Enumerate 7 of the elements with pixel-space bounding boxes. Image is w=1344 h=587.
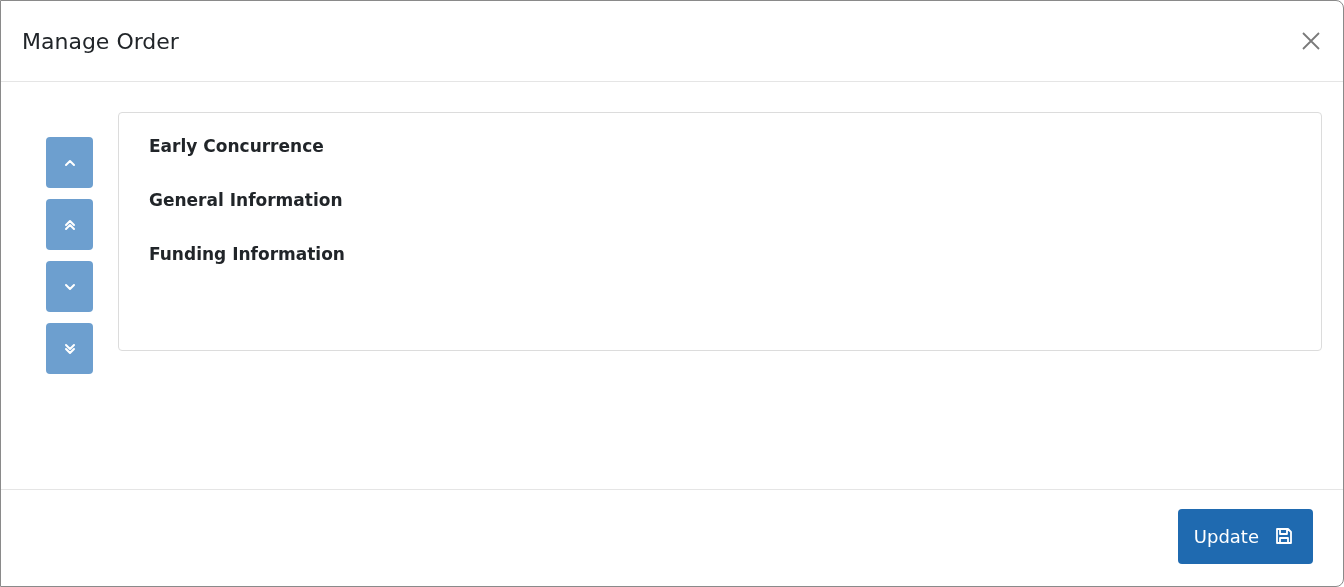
double-chevron-down-icon — [62, 341, 77, 356]
dialog-title: Manage Order — [22, 28, 179, 54]
list-item[interactable]: Funding Information — [149, 242, 1291, 267]
list-item[interactable]: Early Concurrence — [149, 134, 1291, 159]
list-item[interactable]: General Information — [149, 188, 1291, 213]
double-chevron-up-icon — [62, 217, 77, 232]
update-button[interactable]: Update — [1177, 508, 1313, 564]
